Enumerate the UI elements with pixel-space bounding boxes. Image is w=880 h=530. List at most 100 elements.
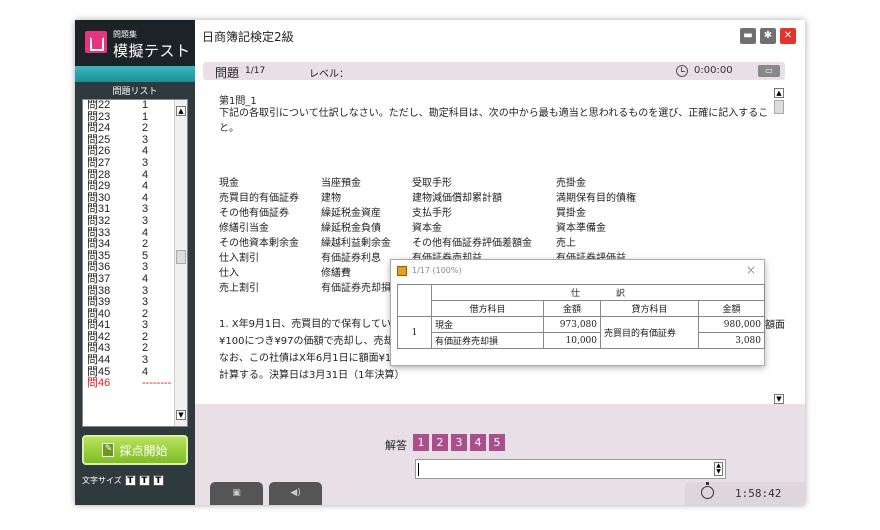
account-name: 修繕費 (321, 268, 351, 279)
debit-account: 現金 (431, 316, 544, 333)
scroll-up-icon[interactable]: ▲ (774, 88, 784, 98)
question-list-scrollbar[interactable]: ▲ ▼ (174, 100, 187, 426)
list-item[interactable]: 問29 4 (87, 181, 173, 193)
list-item[interactable]: 問39 3 (87, 296, 173, 309)
question-label: 問題 (215, 66, 240, 80)
scroll-down-icon[interactable]: ▼ (176, 410, 186, 420)
question-timer: 0:00:00 (694, 65, 733, 76)
popup-title: 1/17 (100%) (412, 266, 462, 275)
list-item[interactable]: 問27 3 (87, 156, 173, 170)
column-amount: 金額 (698, 300, 765, 317)
table-row: 1 現金 973,080 売買目的有価証券 980,000 (397, 316, 765, 349)
answer-choice-1[interactable]: 1 (413, 434, 429, 451)
font-size-control: 文字サイズ T T T (82, 475, 164, 486)
question-list-rows: 問22 1 問23 1 問24 2 問25 3 問26 4 問27 3 問28 4 問29 4 問30 4 問31 3… (87, 100, 173, 390)
list-item[interactable]: 問44 3 (87, 354, 173, 367)
question-id: 問27 (87, 156, 111, 169)
scroll-down-icon[interactable]: ▼ (774, 394, 784, 404)
account-row: 売買目的有価証券 建物 建物減価償却累計額 満期保有目的債権 (219, 189, 779, 204)
question-id: 問39 (87, 296, 111, 309)
column-amount: 金額 (543, 300, 601, 317)
app-logo: 問題集 模擬テスト (75, 20, 195, 66)
question-score: 2 (142, 238, 149, 251)
account-name: 繰延税金負債 (321, 223, 381, 234)
answer-choice-2[interactable]: 2 (432, 434, 448, 451)
account-row: その他有価証券 繰延税金資産 支払手形 買掛金 (219, 204, 779, 219)
stopwatch-icon (701, 482, 714, 499)
elapsed-time-value: 1:58:42 (735, 487, 782, 500)
table-row: 有価証券売却損 10,000 3,080 (398, 332, 765, 349)
list-item[interactable]: 問34 2 (87, 239, 173, 251)
account-name: 建物 (321, 193, 341, 204)
clock-icon (676, 65, 688, 77)
question-level: レベル： (309, 69, 349, 80)
question-list[interactable]: 問22 1 問23 1 問24 2 問25 3 問26 4 問27 3 問28 4 問29 4 問30 4 問31 3… (82, 99, 188, 427)
answer-label: 解答 (385, 439, 407, 452)
account-name: 繰越利益剰余金 (321, 238, 391, 249)
question-title: 第1問_1 (219, 96, 257, 107)
question-score: 3 (142, 354, 149, 367)
credit-amount: 3,080 (698, 332, 765, 349)
folder-icon[interactable]: ▬ (740, 28, 756, 44)
close-icon[interactable]: × (746, 263, 756, 277)
column-credit: 貸方科目 (600, 300, 699, 317)
popup-header: 1/17 (100%) × (391, 260, 764, 282)
question-id: 問22 (87, 99, 111, 111)
bottom-toolbar: ▣ ◀) 1:58:42 (195, 482, 805, 505)
account-name: 売上 (556, 238, 576, 249)
list-item[interactable]: 問46 -------- (87, 378, 173, 390)
answer-choice-4[interactable]: 4 (470, 434, 486, 451)
gear-icon[interactable]: ✱ (760, 28, 776, 44)
scroll-thumb[interactable] (774, 100, 784, 114)
content-scrollbar[interactable]: ▲ ▼ (773, 86, 785, 404)
question-score: 3 (142, 296, 149, 309)
list-item[interactable]: 問22 1 (87, 100, 173, 112)
account-name: 有価証券利息 (321, 253, 381, 264)
document-title: 日商簿記検定2級 (202, 30, 294, 44)
book-icon (397, 266, 407, 276)
account-row: その他資本剰余金 繰越利益剰余金 その他有価証券評価差額金 売上 (219, 234, 779, 249)
start-grading-button[interactable]: ✎ 採点開始 (82, 435, 188, 465)
answer-choice-5[interactable]: 5 (489, 434, 505, 451)
account-name: 資本準備金 (556, 223, 606, 234)
debit-amount: 973,080 (543, 316, 601, 333)
sound-button[interactable]: ◀) (269, 482, 322, 505)
logo-title: 模擬テスト (113, 42, 191, 60)
credit-account: 売買目的有価証券 (600, 316, 699, 349)
account-name: 仕入 (219, 268, 239, 279)
answer-spinner[interactable]: ▲ ▼ (714, 462, 723, 476)
font-size-small-button[interactable]: T (124, 475, 136, 486)
question-id: 問34 (87, 238, 111, 251)
list-item[interactable]: 問37 4 (87, 272, 173, 286)
account-name: 買掛金 (556, 208, 586, 219)
question-score: 3 (142, 156, 149, 169)
answer-preview-popup[interactable]: 1/17 (100%) × 仕 訳 借方科目 金額 貸方科目 金額 1 現金 9… (390, 259, 765, 366)
font-size-label: 文字サイズ (82, 476, 122, 485)
account-name: 有価証券売却損 (321, 283, 391, 294)
home-icon (85, 31, 107, 53)
account-name: 売買目的有価証券 (219, 193, 299, 204)
question-id: 問29 (87, 180, 111, 193)
sidebar: 問題集 模擬テスト 問題リスト 問22 1 問23 1 問24 2 問25 3 問26 4 問27 3… (75, 20, 195, 505)
answer-input[interactable]: ▲ ▼ (415, 459, 726, 479)
scroll-up-icon[interactable]: ▲ (176, 106, 186, 116)
calculator-button[interactable]: ▣ (210, 482, 263, 505)
question-score: 1 (142, 99, 149, 111)
table-row: 借方科目 金額 貸方科目 金額 (398, 300, 765, 317)
account-name: 満期保有目的債権 (556, 193, 636, 204)
table-row: 仕 訳 (397, 284, 765, 317)
column-debit: 借方科目 (431, 300, 544, 317)
question-score: 4 (142, 272, 149, 285)
question-score: -------- (142, 377, 172, 390)
list-item[interactable]: 問32 3 (87, 214, 173, 228)
font-size-medium-button[interactable]: T (138, 475, 150, 486)
font-size-large-button[interactable]: T (152, 475, 164, 486)
account-name: 現金 (219, 178, 239, 189)
scroll-thumb[interactable] (176, 250, 186, 264)
timer-toggle-button[interactable]: ▭ (758, 65, 780, 77)
close-icon[interactable]: ✕ (780, 28, 796, 44)
account-name: 売掛金 (556, 178, 586, 189)
question-id: 問32 (87, 214, 111, 227)
question-score: 3 (142, 214, 149, 227)
answer-choice-3[interactable]: 3 (451, 434, 467, 451)
